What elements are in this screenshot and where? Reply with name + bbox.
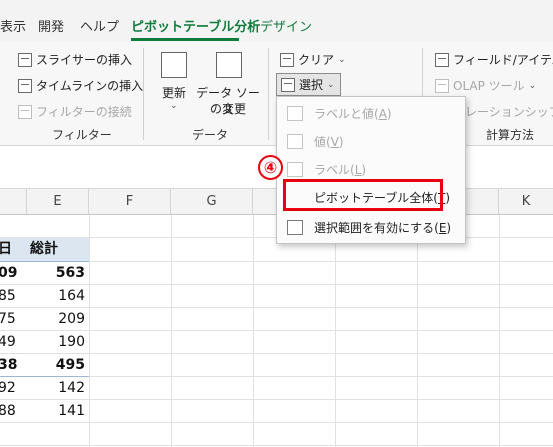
active-tab-indicator — [131, 38, 239, 41]
tab-help[interactable]: ヘルプ — [80, 16, 119, 35]
olap-tools-label: OLAP ツール — [453, 79, 525, 93]
refresh-icon — [161, 52, 187, 78]
filter-connections-button[interactable]: フィルターの接続 — [18, 103, 132, 120]
change-data-source-button[interactable]: データ ソース の変更 — [194, 52, 262, 122]
filter-connections-label: フィルターの接続 — [36, 105, 132, 119]
table-cell[interactable]: 75 — [0, 308, 16, 331]
worksheet-grid[interactable]: 日 総計 09 563 85 164 75 209 49 190 38 495 … — [0, 215, 553, 447]
enable-selection-icon — [287, 220, 303, 235]
insert-slicer-label: スライサーの挿入 — [36, 53, 133, 67]
insert-timeline-button[interactable]: タイムラインの挿入 — [18, 77, 143, 94]
menu-shortcut: V — [330, 134, 339, 149]
menu-item-labels-and-values[interactable]: ラベルと値(A) — [277, 99, 463, 127]
column-header-f[interactable]: F — [89, 189, 171, 214]
table-cell[interactable]: 495 — [40, 354, 85, 377]
group-label-filter: フィルター — [52, 128, 112, 142]
table-cell[interactable]: 85 — [0, 285, 16, 308]
select-icon — [281, 77, 295, 92]
menu-label: ラベル — [314, 162, 351, 177]
pivot-header-total[interactable]: 総計 — [30, 238, 58, 261]
group-separator — [268, 48, 269, 140]
menu-shortcut: L — [354, 162, 362, 177]
table-cell[interactable]: 190 — [40, 331, 85, 354]
clear-button[interactable]: クリア ⌄ — [280, 51, 346, 68]
select-label: 選択 — [299, 78, 324, 92]
table-cell[interactable]: 09 — [0, 262, 17, 285]
column-header-partial[interactable] — [0, 189, 27, 214]
table-cell[interactable]: 49 — [0, 331, 16, 354]
tab-view[interactable]: 表示 — [0, 16, 26, 35]
refresh-label: 更新 — [161, 86, 186, 100]
filter-connections-icon — [18, 104, 32, 119]
fields-items-sets-button[interactable]: フィールド/アイテム/セ — [435, 51, 553, 68]
table-cell[interactable]: 563 — [40, 262, 85, 285]
select-dropdown-menu: ラベルと値(A) 値(V) ラベル(L) ピボットテーブル全体(T) 選択範囲を… — [276, 96, 466, 244]
fields-items-label: フィールド/アイテム/セ — [453, 53, 553, 67]
column-header-g[interactable]: G — [171, 189, 253, 214]
select-button[interactable]: 選択 ⌄ — [276, 73, 341, 96]
change-source-label-2: の変更 — [209, 102, 246, 116]
pivot-header-partial[interactable]: 日 — [0, 238, 12, 261]
data-source-icon — [216, 52, 242, 78]
step-number-badge: ④ — [258, 155, 283, 180]
ribbon-tab-bar: 表示 開発 ヘルプ ピボットテーブル分析 デザイン — [0, 0, 553, 42]
menu-item-enable-selection[interactable]: 選択範囲を有効にする(E) — [277, 213, 463, 241]
labels-values-icon — [287, 106, 303, 121]
olap-tools-button[interactable]: OLAP ツール ⌄ — [435, 77, 536, 94]
table-cell[interactable]: 142 — [40, 377, 85, 400]
table-cell[interactable]: 209 — [40, 308, 85, 331]
table-cell[interactable]: 164 — [40, 285, 85, 308]
clear-label: クリア — [298, 53, 335, 67]
table-cell[interactable]: 88 — [0, 400, 16, 423]
group-label-data: データ — [192, 128, 229, 142]
table-cell[interactable]: 92 — [0, 377, 16, 400]
fields-items-icon — [435, 52, 449, 67]
highlight-box — [283, 179, 443, 211]
table-cell[interactable]: 141 — [40, 400, 85, 423]
refresh-dropdown-caret: ⌄ — [170, 101, 178, 111]
menu-shortcut: A — [378, 106, 387, 121]
tab-developer[interactable]: 開発 — [38, 16, 64, 35]
chevron-down-icon: ⌄ — [528, 80, 537, 91]
olap-icon — [435, 78, 449, 93]
menu-label: ラベルと値 — [314, 106, 375, 121]
menu-shortcut: E — [438, 220, 447, 235]
menu-label: 値 — [314, 134, 327, 149]
column-header-k[interactable]: K — [499, 189, 553, 214]
menu-item-values[interactable]: 値(V) — [277, 127, 463, 155]
insert-timeline-label: タイムラインの挿入 — [36, 79, 144, 93]
clear-icon — [280, 52, 294, 67]
chevron-down-icon: ⌄ — [338, 54, 346, 65]
menu-label: 選択範囲を有効にする — [314, 220, 435, 235]
column-header-e[interactable]: E — [27, 189, 89, 214]
group-separator — [143, 48, 144, 140]
table-cell[interactable]: 38 — [0, 354, 17, 377]
insert-slicer-button[interactable]: スライサーの挿入 — [18, 51, 132, 68]
chevron-down-icon: ⌄ — [327, 79, 335, 90]
values-icon — [287, 134, 303, 149]
refresh-button[interactable]: 更新 ⌄ — [157, 52, 191, 122]
relationships-label: リレーションシップ — [453, 105, 553, 119]
slicer-icon — [18, 52, 32, 67]
labels-icon — [287, 162, 303, 177]
tab-pivottable-analyze[interactable]: ピボットテーブル分析 — [131, 16, 260, 35]
group-label-calculations: 計算方法 — [486, 128, 535, 142]
tab-design[interactable]: デザイン — [260, 16, 312, 35]
timeline-icon — [18, 78, 32, 93]
